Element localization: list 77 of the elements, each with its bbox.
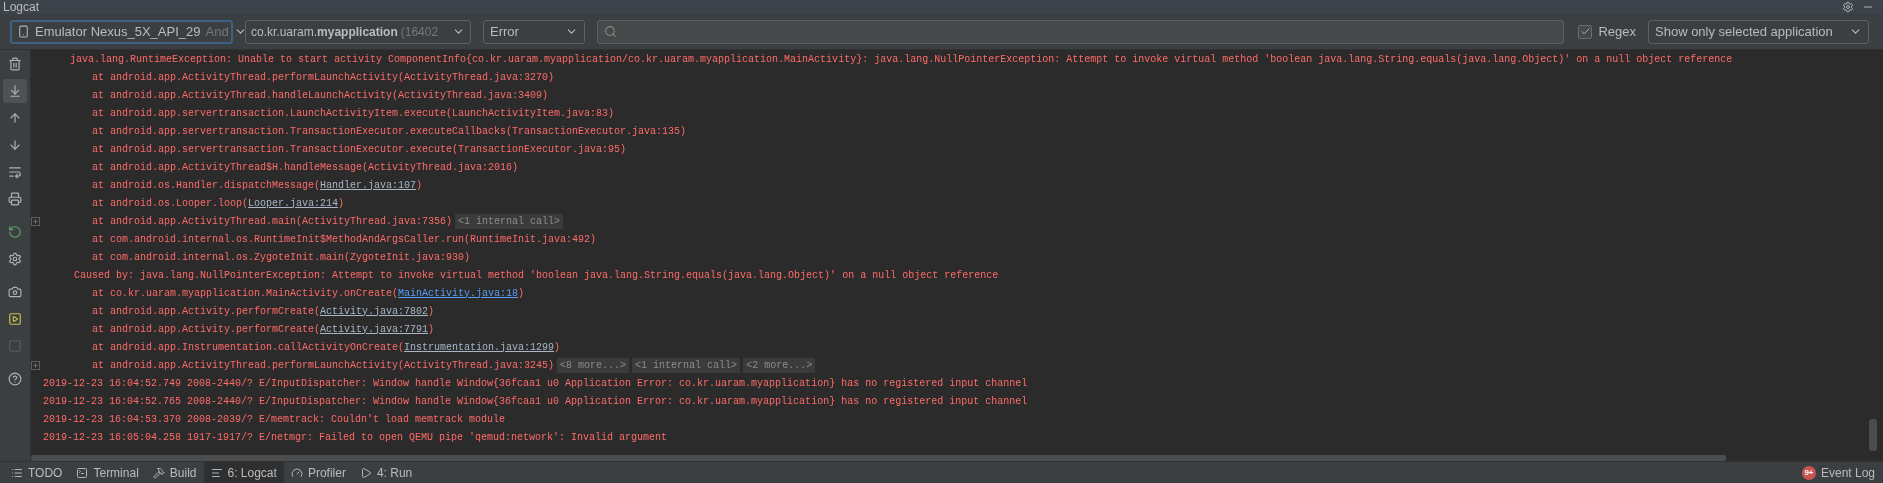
tool-window-tab[interactable]: 4: Run: [352, 461, 420, 483]
folded-lines-marker[interactable]: <8 more...>: [557, 357, 630, 373]
log-line: at android.app.servertransaction.TransactionExecutor.execute(TransactionExecutor.java:95): [92, 142, 627, 157]
camera-icon: [8, 285, 22, 299]
tool-window-tab[interactable]: TODO: [4, 461, 70, 483]
tool-window-tab[interactable]: 6: Logcat: [203, 461, 284, 483]
hammer-icon: [152, 466, 165, 479]
search-icon: [604, 25, 617, 38]
regex-label: Regex: [1598, 22, 1636, 41]
soft-wrap-icon: [8, 165, 22, 179]
log-line: at android.os.Handler.dispatchMessage(Handler.java:107): [92, 178, 423, 193]
tool-window-tab[interactable]: Build: [145, 461, 204, 483]
log-line: 2019-12-23 16:04:52.749 2008-2440/? E/InputDispatcher: Window handle Window{36fcaa1 u0 Application Error: co.kr.uaram.myapplication} has no registered input channel: [43, 376, 1028, 391]
filter-dropdown[interactable]: Show only selected application: [1648, 19, 1869, 44]
log-level-dropdown[interactable]: Error: [483, 19, 585, 44]
log-line: at com.android.internal.os.ZygoteInit.main(ZygoteInit.java:930): [92, 250, 471, 265]
printer-icon: [8, 192, 22, 206]
log-line: at android.app.ActivityThread.main(ActivityThread.java:7356): [92, 214, 453, 229]
scroll-to-end-button[interactable]: [3, 79, 27, 103]
folded-lines-marker[interactable]: <1 internal call>: [632, 357, 741, 373]
event-log-button[interactable]: 9+ Event Log: [1801, 463, 1875, 482]
emulator-icon: [17, 25, 30, 38]
source-link[interactable]: MainActivity.java:18: [398, 287, 519, 299]
log-line: 2019-12-23 16:04:52.765 2008-2440/? E/InputDispatcher: Window handle Window{36fcaa1 u0 Application Error: co.kr.uaram.myapplication} has no registered input channel: [43, 394, 1028, 409]
log-line: at android.app.ActivityThread.performLaunchActivity(ActivityThread.java:3270): [92, 70, 555, 85]
log-line: Caused by: java.lang.NullPointerException: Attempt to invoke virtual method 'boolean java.lang.String.equals(java.lang.Object)' on a null object reference: [74, 268, 999, 283]
expand-fold-icon[interactable]: [31, 360, 40, 370]
folded-lines-marker[interactable]: <1 internal call>: [455, 213, 564, 229]
restart-icon: [8, 225, 22, 239]
expand-fold-icon[interactable]: [31, 216, 40, 226]
gauge-icon: [290, 466, 303, 479]
tool-window-tab[interactable]: Profiler: [283, 461, 353, 483]
screen-record-icon: [8, 312, 22, 326]
source-link[interactable]: Activity.java:7802: [320, 305, 429, 317]
notification-badge: 9+: [1801, 465, 1816, 480]
window-title: Logcat: [3, 0, 40, 14]
log-line: at android.os.Looper.loop(Looper.java:214): [92, 196, 345, 211]
regex-checkbox[interactable]: [1578, 24, 1593, 39]
check-icon: [1579, 26, 1591, 37]
log-line: at co.kr.uaram.myapplication.MainActivity.onCreate(MainActivity.java:18): [92, 286, 525, 301]
log-line: at android.app.ActivityThread.performLaunchActivity(ActivityThread.java:3245): [92, 358, 555, 373]
log-line: at android.app.Activity.performCreate(Activity.java:7802): [92, 304, 435, 319]
play-icon: [359, 466, 372, 479]
source-link[interactable]: Activity.java:7791: [320, 323, 429, 335]
trash-icon: [8, 57, 22, 71]
vertical-scrollbar[interactable]: [1869, 419, 1877, 451]
logcat-icon: [210, 466, 223, 479]
folded-lines-marker[interactable]: <2 more...>: [743, 357, 816, 373]
tool-window-tab[interactable]: Terminal: [69, 461, 146, 483]
settings-icon: [8, 252, 22, 266]
log-line: at android.app.ActivityThread.handleLaunchActivity(ActivityThread.java:3409): [92, 88, 549, 103]
log-line: at android.app.servertransaction.TransactionExecutor.executeCallbacks(TransactionExecutor.java:135): [92, 124, 687, 139]
horizontal-scrollbar[interactable]: [31, 455, 1726, 461]
source-link[interactable]: Handler.java:107: [320, 179, 417, 191]
log-line: at android.app.Activity.performCreate(Activity.java:7791): [92, 322, 435, 337]
log-line: at android.app.servertransaction.LaunchActivityItem.execute(LaunchActivityItem.java:83): [92, 106, 615, 121]
arrow-down-icon: [8, 138, 22, 152]
log-line: at com.android.internal.os.RuntimeInit$MethodAndArgsCaller.run(RuntimeInit.java:492): [92, 232, 597, 247]
log-line: java.lang.RuntimeException: Unable to start activity ComponentInfo{co.kr.uaram.myapplication/co.kr.uaram.myapplication.MainActivity}: java.lang.NullPointerException: Attempt to invoke virtual method 'boolean java.lang.String.equals(java.lang.Object)' on a null object reference: [70, 52, 1733, 67]
help-icon: [8, 372, 22, 386]
process-dropdown[interactable]: co.kr.uaram.myapplication (16402: [245, 19, 471, 44]
stop-icon: [8, 339, 22, 353]
log-line: at android.app.Instrumentation.callActivityOnCreate(Instrumentation.java:1299): [92, 340, 561, 355]
device-name: Emulator Nexus_5X_API_29: [35, 22, 201, 41]
terminal-icon: [76, 466, 89, 479]
log-line: at android.app.ActivityThread$H.handleMessage(ActivityThread.java:2016): [92, 160, 519, 175]
list-icon: [11, 466, 23, 479]
source-link[interactable]: Looper.java:214: [248, 197, 339, 209]
source-link[interactable]: Instrumentation.java:1299: [404, 341, 555, 353]
log-line: 2019-12-23 16:04:53.370 2008-2039/? E/memtrack: Couldn't load memtrack module: [43, 412, 506, 427]
settings-icon[interactable]: [1842, 1, 1854, 13]
scroll-to-end-icon: [8, 84, 22, 98]
process-id: (16402: [400, 23, 439, 41]
log-line: 2019-12-23 16:05:04.258 1917-1917/? E/netmgr: Failed to open QEMU pipe 'qemud:network': Invalid argument: [43, 430, 668, 445]
search-field[interactable]: [597, 19, 1565, 44]
device-suffix: And: [205, 22, 229, 41]
process-name: co.kr.uaram.myapplication: [251, 23, 398, 41]
